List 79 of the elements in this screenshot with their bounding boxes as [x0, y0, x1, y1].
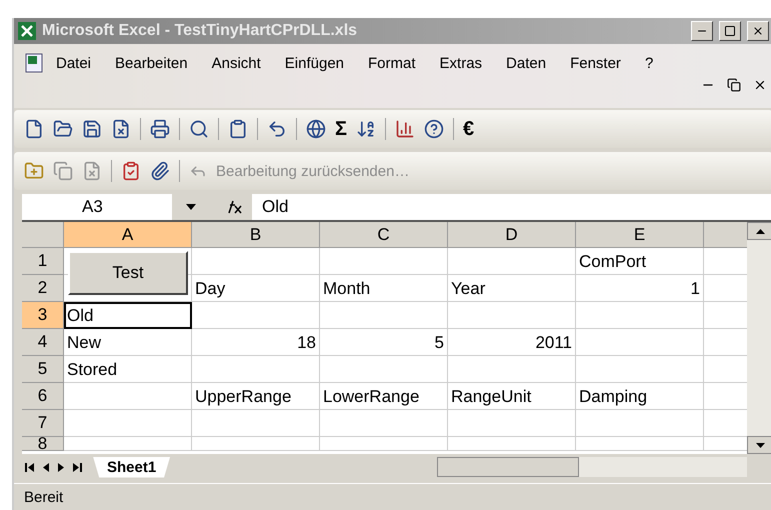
window-title: Microsoft Excel - TestTinyHartCPrDLL.xls — [42, 22, 358, 40]
status-text: Bereit — [24, 488, 64, 506]
menu-item[interactable]: Ansicht — [200, 54, 273, 72]
euro-button[interactable]: € — [463, 118, 474, 140]
previous-sheet-icon[interactable] — [43, 462, 49, 472]
formula-field[interactable]: Old — [252, 197, 288, 217]
table-cell: 5 — [320, 329, 448, 356]
menu-item[interactable]: Einfügen — [272, 54, 356, 72]
sort-icon[interactable] — [356, 119, 376, 139]
column-header[interactable]: C — [320, 222, 448, 248]
next-sheet-icon[interactable] — [58, 462, 64, 472]
table-cell: ComPort — [576, 248, 704, 275]
close-icon[interactable] — [753, 78, 767, 92]
table-cell: 2011 — [448, 329, 576, 356]
table-cell: Day — [192, 275, 320, 302]
table-cell: Old — [64, 302, 192, 329]
row-header[interactable]: 2 — [22, 275, 64, 302]
table-cell: Year — [448, 275, 576, 302]
maximize-icon — [724, 25, 736, 37]
menu-item[interactable]: ? — [632, 54, 666, 72]
table-cell: LowerRange — [320, 383, 448, 410]
table-cell: Damping — [576, 383, 704, 410]
help-icon[interactable] — [424, 119, 444, 139]
paperclip-icon[interactable] — [150, 161, 170, 181]
undo-icon[interactable] — [267, 119, 287, 139]
autosum-button[interactable]: Σ — [335, 118, 348, 140]
table-cell: UpperRange — [192, 383, 320, 410]
column-header[interactable]: D — [448, 222, 576, 248]
column-header[interactable]: B — [192, 222, 320, 248]
test-button[interactable]: Test — [68, 251, 188, 295]
column-header[interactable]: A — [64, 222, 192, 248]
document-icon — [24, 52, 44, 74]
first-sheet-icon[interactable] — [25, 462, 34, 472]
spreadsheet-icon — [18, 22, 36, 40]
menu-item[interactable]: Format — [356, 54, 428, 72]
magnifier-icon[interactable] — [189, 119, 209, 139]
restore-icon[interactable] — [727, 78, 741, 92]
folder-plus-icon[interactable] — [24, 161, 44, 181]
row-header[interactable]: 3 — [22, 302, 64, 329]
chart-icon[interactable] — [395, 119, 416, 139]
last-sheet-icon[interactable] — [73, 462, 82, 472]
save-icon[interactable] — [82, 119, 102, 139]
menu-item[interactable]: Extras — [428, 54, 494, 72]
new-file-icon[interactable] — [24, 119, 44, 139]
down-arrow-icon[interactable] — [756, 442, 765, 448]
sheet-tab[interactable]: Sheet1 — [93, 456, 170, 478]
table-cell: New — [64, 329, 192, 356]
row-header[interactable]: 8 — [22, 437, 64, 451]
printer-icon[interactable] — [150, 119, 170, 139]
menu-item[interactable]: Fenster — [558, 54, 633, 72]
folder-icon[interactable] — [53, 119, 73, 139]
row-header[interactable]: 4 — [22, 329, 64, 356]
globe-icon[interactable] — [306, 119, 326, 139]
table-cell: Stored — [64, 356, 192, 383]
row-header[interactable]: 1 — [22, 248, 64, 275]
file-x-icon[interactable] — [111, 119, 131, 139]
table-cell: Month — [320, 275, 448, 302]
name-box[interactable]: A3 — [22, 197, 172, 217]
menu-item[interactable]: Datei — [44, 54, 104, 72]
table-cell: 1 — [576, 275, 704, 302]
clipboard-check-icon[interactable] — [121, 161, 141, 181]
menu-item[interactable]: Daten — [494, 54, 558, 72]
row-header[interactable]: 5 — [22, 356, 64, 383]
menu-item[interactable]: Bearbeiten — [103, 54, 200, 72]
function-icon — [226, 200, 242, 214]
row-header[interactable]: 6 — [22, 383, 64, 410]
clipboard-icon[interactable] — [228, 119, 248, 139]
vertical-scrollbar[interactable] — [747, 222, 771, 454]
close-icon — [752, 25, 764, 37]
up-arrow-icon[interactable] — [756, 228, 765, 234]
close-button[interactable] — [747, 21, 769, 41]
minimize-button[interactable] — [691, 21, 713, 41]
horizontal-scrollbar[interactable] — [437, 457, 747, 477]
table-cell: 18 — [192, 329, 320, 356]
maximize-button[interactable] — [719, 21, 741, 41]
column-header[interactable]: E — [576, 222, 704, 248]
table-cell: RangeUnit — [448, 383, 576, 410]
row-header[interactable]: 7 — [22, 410, 64, 437]
dropdown-icon[interactable] — [186, 204, 196, 210]
